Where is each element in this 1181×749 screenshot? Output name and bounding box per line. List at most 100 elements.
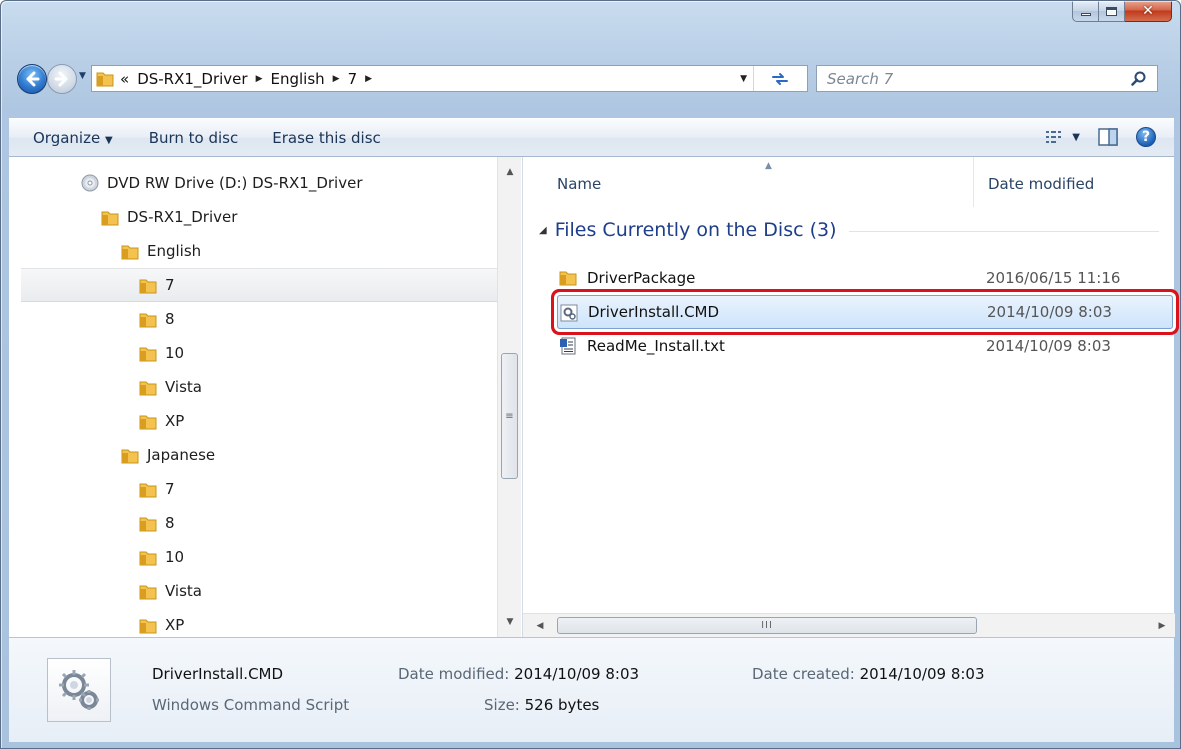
tree-item-dvd-drive[interactable]: DVD RW Drive (D:) DS-RX1_Driver [81,166,363,200]
tree-item-english-vista[interactable]: Vista [139,370,202,404]
tree-item-english-10[interactable]: 10 [139,336,184,370]
search-icon[interactable] [1131,71,1147,87]
column-name-header[interactable]: Name [557,175,601,193]
scroll-right-arrow-icon[interactable]: ▶ [1153,617,1171,635]
details-date-modified: Date modified: 2014/10/09 8:03 [398,665,639,683]
chevron-right-icon[interactable]: ▶ [256,74,263,84]
folder-icon [559,271,577,286]
tree-item-english-7[interactable]: 7 [21,268,497,302]
tree-item-english[interactable]: English [121,234,201,268]
folder-icon [139,313,157,327]
details-date-created: Date created: 2014/10/09 8:03 [752,665,985,683]
folder-icon [139,415,157,429]
file-date: 2014/10/09 8:03 [987,303,1112,321]
file-date: 2014/10/09 8:03 [986,337,1111,355]
chevron-down-icon: ▼ [1072,131,1080,143]
scroll-up-arrow-icon[interactable]: ▲ [498,163,522,181]
date-created-label: Date created: [752,665,855,683]
help-icon[interactable]: ? [1136,127,1156,147]
folder-icon [139,347,157,361]
details-file-name: DriverInstall.CMD [152,665,284,683]
scrollbar-thumb[interactable]: ≡ [501,353,518,479]
navigation-bar: ▼ « DS-RX1_Driver ▶ English ▶ 7 ▶ ▼ Sear… [9,59,1174,99]
explorer-window: ✕ ▼ « DS-RX1_Driver ▶ English ▶ 7 ▶ ▼ Se… [0,0,1181,749]
tree-item-japanese-7[interactable]: 7 [139,472,175,506]
close-button[interactable]: ✕ [1125,1,1172,22]
refresh-button[interactable] [753,66,805,91]
date-modified-label: Date modified: [398,665,510,683]
folder-icon [121,245,139,259]
search-input[interactable]: Search 7 [816,65,1158,92]
tree-item-label: 10 [165,344,185,362]
tree-item-label: Japanese [147,446,216,464]
tree-item-label: 8 [165,310,175,328]
gears-icon [59,670,99,710]
collapse-triangle-icon[interactable]: ◢ [539,225,547,236]
horizontal-scrollbar[interactable]: ◀ III ▶ [523,613,1175,637]
chevron-right-icon[interactable]: ▶ [365,74,372,84]
back-arrow-icon [26,71,40,87]
minimize-button[interactable] [1072,1,1099,22]
column-date-header[interactable]: Date modified [973,157,1094,207]
group-label: Files Currently on the Disc (3) [554,219,837,241]
group-header[interactable]: ◢ Files Currently on the Disc (3) [539,219,1159,241]
folder-icon [101,211,119,225]
tree-item-english-xp[interactable]: XP [139,404,184,438]
breadcrumb-7[interactable]: 7 [348,70,358,88]
recent-pages-dropdown[interactable]: ▼ [79,71,86,81]
tree-item-japanese[interactable]: Japanese [121,438,215,472]
tree-item-label: 8 [165,514,175,532]
folder-icon [139,619,157,633]
search-placeholder: Search 7 [827,69,894,88]
burn-to-disc-button[interactable]: Burn to disc [138,129,250,147]
breadcrumb-ds-rx1-driver[interactable]: DS-RX1_Driver [137,70,247,88]
view-controls: ▼ ? [1046,127,1156,147]
size-value: 526 bytes [524,696,600,714]
size-label: Size: [484,696,520,714]
file-thumbnail [47,658,111,722]
erase-disc-button[interactable]: Erase this disc [261,129,392,147]
tree-item-english-8[interactable]: 8 [139,302,175,336]
file-row-driverinstall-cmd[interactable]: DriverInstall.CMD 2014/10/09 8:03 [557,295,1173,329]
close-icon: ✕ [1142,3,1154,19]
change-view-button[interactable]: ▼ [1046,130,1080,144]
details-file-type: Windows Command Script [152,696,350,714]
tree-item-japanese-xp[interactable]: XP [139,608,184,637]
file-date: 2016/06/15 11:16 [986,269,1121,287]
maximize-button[interactable] [1099,1,1125,22]
scroll-down-arrow-icon[interactable]: ▼ [498,613,522,631]
breadcrumb-english[interactable]: English [271,70,325,88]
date-modified-value: 2014/10/09 8:03 [514,665,640,683]
tree-item-japanese-10[interactable]: 10 [139,540,184,574]
address-overflow[interactable]: « [120,70,129,88]
vertical-scrollbar[interactable]: ▲ ≡ ▼ [497,157,521,637]
tree-item-label: English [147,242,202,260]
file-row-readme-install[interactable]: ReadMe_Install.txt 2014/10/09 8:03 [549,329,1175,363]
tree-item-label: Vista [165,582,202,600]
command-bar: Organize ▼ Burn to disc Erase this disc … [9,118,1174,157]
file-name: DriverPackage [587,269,696,287]
folder-icon [139,551,157,565]
tree-item-japanese-8[interactable]: 8 [139,506,175,540]
folder-icon [139,279,157,293]
date-created-value: 2014/10/09 8:03 [859,665,985,683]
organize-label: Organize [33,128,101,147]
navigation-pane: DVD RW Drive (D:) DS-RX1_Driver DS-RX1_D… [9,157,529,637]
address-bar[interactable]: « DS-RX1_Driver ▶ English ▶ 7 ▶ ▼ [91,65,808,92]
back-button[interactable] [17,64,47,94]
address-history-dropdown[interactable]: ▼ [740,74,747,84]
preview-pane-icon[interactable] [1098,128,1118,146]
tree-item-label: 7 [165,276,175,294]
folder-icon [139,483,157,497]
folder-icon [139,585,157,599]
forward-button[interactable] [47,64,77,94]
scroll-left-arrow-icon[interactable]: ◀ [531,617,549,635]
chevron-right-icon[interactable]: ▶ [333,74,340,84]
tree-item-label: 7 [165,480,175,498]
tree-item-japanese-vista[interactable]: Vista [139,574,202,608]
file-row-driverpackage[interactable]: DriverPackage 2016/06/15 11:16 [549,261,1175,295]
scrollbar-thumb[interactable]: III [557,617,977,634]
organize-button[interactable]: Organize ▼ [22,129,124,147]
tree-item-ds-rx1-driver[interactable]: DS-RX1_Driver [101,200,237,234]
file-name: DriverInstall.CMD [588,303,720,321]
